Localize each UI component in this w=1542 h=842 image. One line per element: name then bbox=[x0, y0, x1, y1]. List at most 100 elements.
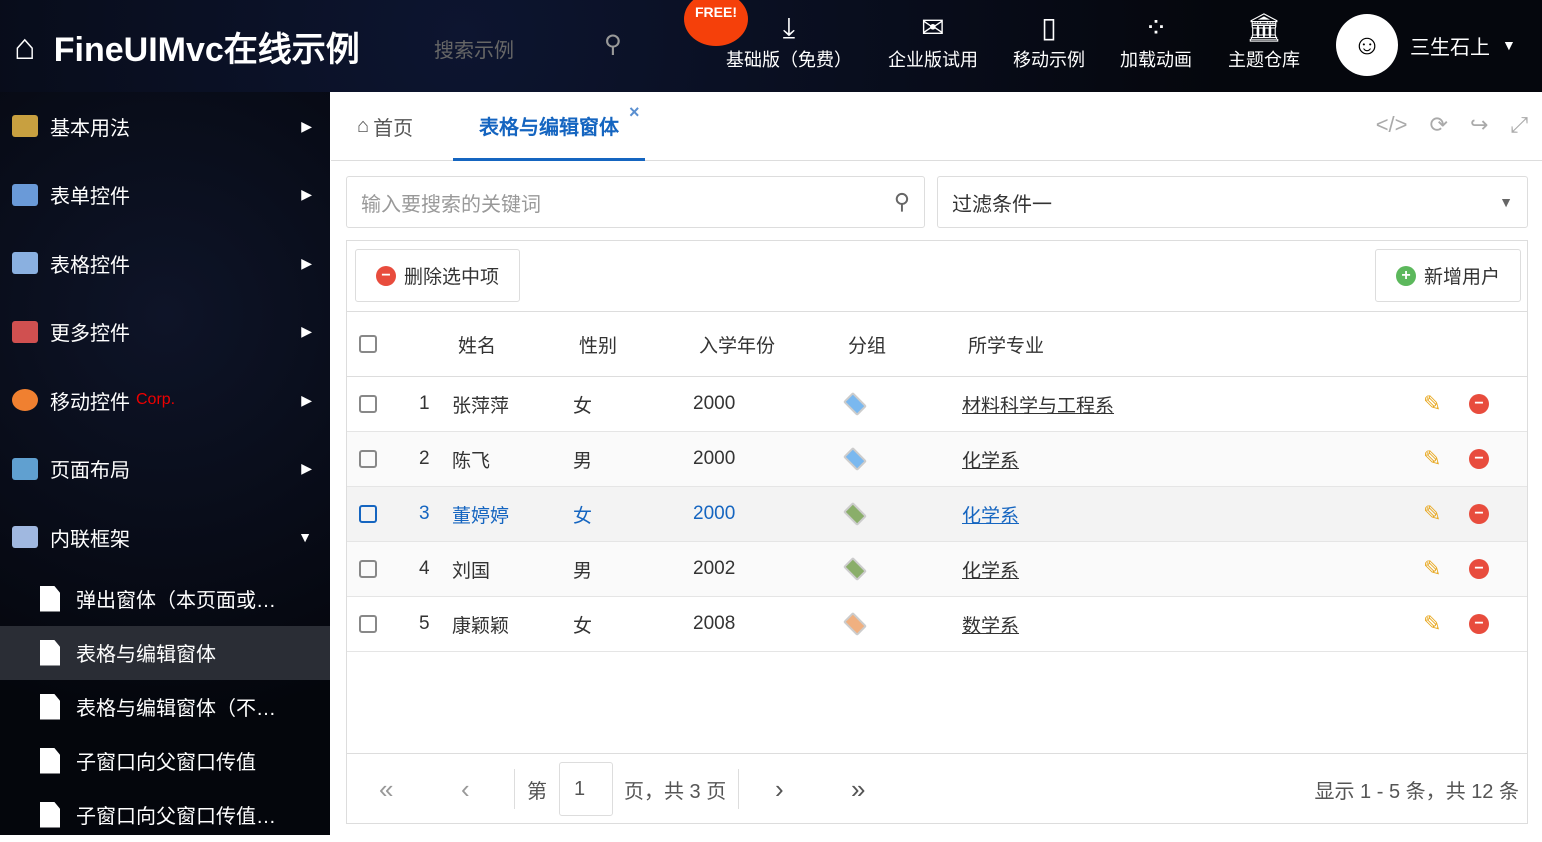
major-link[interactable]: 化学系 bbox=[962, 501, 1019, 528]
delete-row-icon[interactable]: − bbox=[1469, 394, 1489, 414]
cell-year: 2000 bbox=[693, 393, 736, 414]
table-row[interactable]: 3 董婷婷 女 2000 化学系 ✎ − bbox=[347, 487, 1527, 542]
label: 子窗口向父窗口传值… bbox=[76, 806, 276, 828]
close-icon[interactable]: × bbox=[629, 102, 640, 123]
tab-grid-edit[interactable]: 表格与编辑窗体 bbox=[453, 92, 645, 161]
cell-gender: 男 bbox=[573, 560, 593, 582]
plus-circle-icon: + bbox=[1395, 265, 1416, 286]
cell-year: 2008 bbox=[693, 613, 736, 634]
table-row[interactable]: 5 康颖颖 女 2008 数学系 ✎ − bbox=[347, 597, 1527, 652]
sidebar-subitem[interactable]: 子窗口向父窗口传值… bbox=[0, 788, 330, 842]
home-icon: ⌂ bbox=[14, 25, 36, 67]
nav-basic[interactable]: ⤓ 基础版（免费） bbox=[726, 10, 852, 72]
edit-pencil-icon[interactable]: ✎ bbox=[1423, 377, 1441, 431]
col-group[interactable]: 分组 bbox=[848, 312, 886, 376]
table-row[interactable]: 1 张萍萍 女 2000 材料科学与工程系 ✎ − bbox=[347, 377, 1527, 432]
sidebar-subitem[interactable]: 弹出窗体（本页面或… bbox=[0, 572, 330, 626]
last-page-icon[interactable]: » bbox=[851, 754, 865, 824]
label: 弹出窗体（本页面或… bbox=[76, 590, 276, 612]
tab-bar: ⌂ 首页 表格与编辑窗体 × </> ⟳ ↪ ⤢ bbox=[331, 92, 1542, 161]
arrow-right-icon: ▶ bbox=[301, 391, 312, 408]
sidebar-item-mobile[interactable]: 移动控件 Corp. ▶ bbox=[0, 366, 330, 435]
document-icon bbox=[40, 747, 60, 774]
row-number: 3 bbox=[419, 503, 430, 524]
sidebar-subitem[interactable]: 子窗口向父窗口传值 bbox=[0, 734, 330, 788]
select-all-checkbox[interactable] bbox=[359, 335, 377, 353]
sidebar-item-form[interactable]: 表单控件 ▶ bbox=[0, 161, 330, 230]
search-icon[interactable]: ⚲ bbox=[604, 30, 622, 59]
nav-label: 企业版试用 bbox=[888, 50, 978, 70]
tab-tools: </> ⟳ ↪ ⤢ bbox=[1376, 112, 1528, 138]
sidebar-item-iframe[interactable]: 内联框架 ▼ bbox=[0, 503, 330, 572]
tab-home[interactable]: ⌂ 首页 bbox=[357, 92, 413, 161]
search-icon[interactable]: ⚲ bbox=[894, 189, 910, 215]
sidebar-subitem-active[interactable]: 表格与编辑窗体 bbox=[0, 625, 330, 680]
main-area: ⌂ 首页 表格与编辑窗体 × </> ⟳ ↪ ⤢ 输入要搜索的关键词 ⚲ 过滤条件一 ▼ −… bbox=[331, 92, 1542, 835]
row-checkbox[interactable] bbox=[359, 505, 377, 523]
major-link[interactable]: 化学系 bbox=[962, 556, 1019, 583]
table-row[interactable]: 4 刘国 男 2002 化学系 ✎ − bbox=[347, 542, 1527, 597]
cell-name: 董婷婷 bbox=[452, 505, 510, 527]
sidebar-subitem[interactable]: 表格与编辑窗体（不… bbox=[0, 680, 330, 734]
page-input[interactable]: 1 bbox=[559, 762, 613, 816]
add-user-button[interactable]: + 新增用户 bbox=[1374, 249, 1521, 302]
major-link[interactable]: 化学系 bbox=[962, 446, 1019, 473]
nav-label: 基础版（免费） bbox=[726, 50, 852, 70]
nav-enterprise[interactable]: ✉ 企业版试用 bbox=[888, 10, 978, 72]
delete-row-icon[interactable]: − bbox=[1469, 614, 1489, 634]
caret-down-icon: ▼ bbox=[1499, 194, 1513, 210]
logo[interactable]: ⌂ FineUIMvc在线示例 bbox=[14, 22, 360, 71]
table-row[interactable]: 2 陈飞 男 2000 化学系 ✎ − bbox=[347, 432, 1527, 487]
row-number: 1 bbox=[419, 393, 430, 414]
next-page-icon[interactable]: › bbox=[775, 754, 784, 824]
refresh-icon[interactable]: ⟳ bbox=[1430, 112, 1448, 138]
major-link[interactable]: 数学系 bbox=[962, 611, 1019, 638]
col-year[interactable]: 入学年份 bbox=[699, 312, 775, 376]
code-icon[interactable]: </> bbox=[1376, 112, 1408, 138]
nav-mobile[interactable]: ▯ 移动示例 bbox=[1013, 10, 1085, 72]
sidebar-item-grid[interactable]: 表格控件 ▶ bbox=[0, 229, 330, 298]
row-checkbox[interactable] bbox=[359, 450, 377, 468]
cell-year: 2002 bbox=[693, 558, 736, 579]
first-page-icon[interactable]: « bbox=[379, 754, 393, 824]
sidebar-item-more[interactable]: 更多控件 ▶ bbox=[0, 298, 330, 367]
app-title: FineUIMvc在线示例 bbox=[53, 31, 360, 69]
filter-select[interactable]: 过滤条件一 ▼ bbox=[937, 176, 1528, 228]
keyword-search-input[interactable]: 输入要搜索的关键词 ⚲ bbox=[346, 176, 925, 228]
col-gender[interactable]: 性别 bbox=[579, 312, 617, 376]
edit-pencil-icon[interactable]: ✎ bbox=[1423, 487, 1441, 541]
label: 表格控件 bbox=[50, 254, 130, 277]
col-name[interactable]: 姓名 bbox=[458, 312, 496, 376]
nav-themes[interactable]: 🏛 主题仓库 bbox=[1228, 10, 1300, 72]
delete-selected-button[interactable]: − 删除选中项 bbox=[355, 249, 521, 302]
major-link[interactable]: 材料科学与工程系 bbox=[962, 391, 1114, 418]
cell-name: 陈飞 bbox=[452, 450, 491, 472]
delete-row-icon[interactable]: − bbox=[1469, 504, 1489, 524]
prev-page-icon[interactable]: ‹ bbox=[461, 754, 470, 824]
col-major[interactable]: 所学专业 bbox=[968, 312, 1044, 376]
tag-icon bbox=[842, 501, 868, 527]
expand-icon[interactable]: ⤢ bbox=[1510, 112, 1528, 138]
user-menu[interactable]: ☺ 三生石上 ▼ bbox=[1336, 14, 1516, 76]
row-checkbox[interactable] bbox=[359, 395, 377, 413]
tag-icon bbox=[842, 391, 868, 417]
selected-value: 过滤条件一 bbox=[952, 193, 1052, 216]
row-checkbox[interactable] bbox=[359, 615, 377, 633]
edit-pencil-icon[interactable]: ✎ bbox=[1423, 542, 1441, 596]
tag-icon bbox=[842, 446, 868, 472]
header-search-input[interactable]: 搜索示例 bbox=[434, 34, 514, 63]
edit-pencil-icon[interactable]: ✎ bbox=[1423, 432, 1441, 486]
arrow-down-icon: ▼ bbox=[298, 529, 312, 546]
delete-row-icon[interactable]: − bbox=[1469, 449, 1489, 469]
sidebar-item-basic[interactable]: 基本用法 ▶ bbox=[0, 92, 330, 161]
edit-pencil-icon[interactable]: ✎ bbox=[1423, 597, 1441, 651]
sidebar-item-layout[interactable]: 页面布局 ▶ bbox=[0, 435, 330, 504]
label: 表格与编辑窗体（不… bbox=[76, 698, 276, 720]
pager: « ‹ 第 1 页，共 3 页 › » 显示 1 - 5 条，共 12 条 bbox=[347, 753, 1527, 823]
delete-row-icon[interactable]: − bbox=[1469, 559, 1489, 579]
cell-gender: 女 bbox=[573, 395, 593, 417]
nav-loading[interactable]: ⁘ 加载动画 bbox=[1120, 10, 1192, 72]
share-icon[interactable]: ↪ bbox=[1470, 112, 1488, 138]
label: 表格与编辑窗体 bbox=[76, 644, 216, 666]
row-checkbox[interactable] bbox=[359, 560, 377, 578]
